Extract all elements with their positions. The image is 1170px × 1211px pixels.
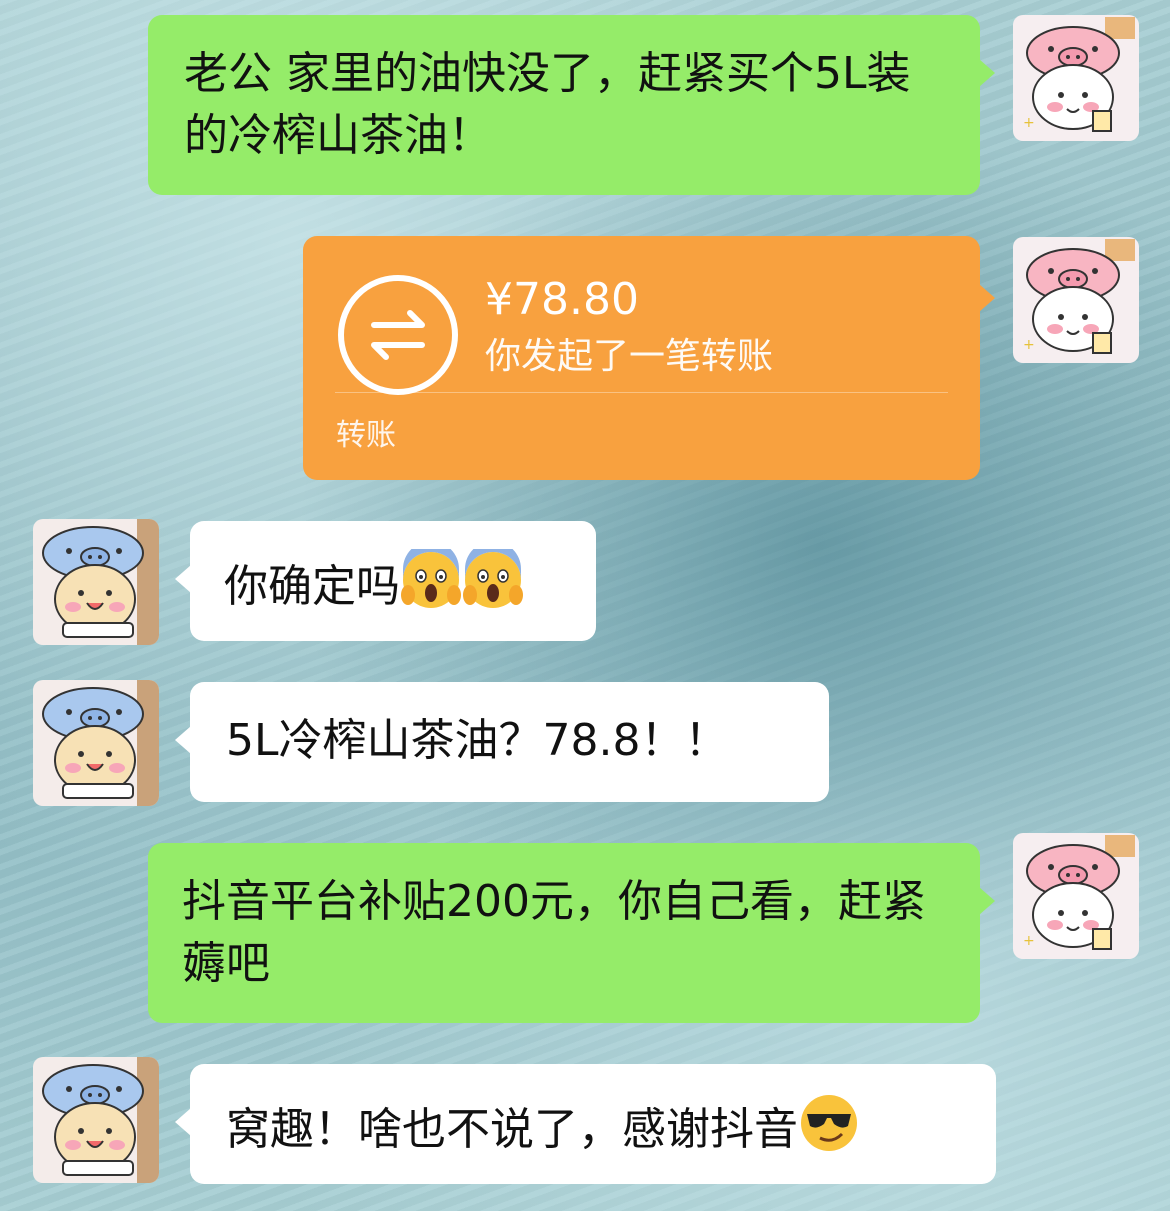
contact-avatar[interactable] [33,680,159,806]
transfer-amount: ¥78.80 [485,274,639,325]
scream-emoji-icon [462,549,524,611]
my-avatar[interactable] [1013,833,1139,959]
message-bubble-sent[interactable]: 抖音平台补贴200元，你自己看，赶紧薅吧 [148,843,995,1023]
transfer-description: 你发起了一笔转账 [485,336,774,377]
message-text: 你确定吗 [224,561,400,612]
message-text: 抖音平台补贴200元，你自己看，赶紧薅吧 [182,876,926,989]
message-bubble-received[interactable]: 窝趣！啥也不说了，感谢抖音 [175,1064,996,1184]
message-bubble-sent[interactable]: 老公 家里的油快没了，赶紧买个5L装的冷榨山茶油！ [148,15,995,195]
contact-avatar[interactable] [33,519,159,645]
message-text: 老公 家里的油快没了，赶紧买个5L装的冷榨山茶油！ [184,48,911,161]
message-bubble-received[interactable]: 你确定吗 [175,521,596,641]
sunglasses-emoji-icon [798,1092,860,1154]
scream-emoji-icon [400,549,462,611]
message-text: 5L冷榨山茶油？78.8！！ [226,715,729,766]
transfer-card[interactable]: ¥78.80 你发起了一笔转账 转账 [303,236,995,480]
message-text: 窝趣！啥也不说了，感谢抖音 [226,1104,798,1155]
my-avatar[interactable] [1013,15,1139,141]
transfer-divider [335,392,948,393]
contact-avatar[interactable] [33,1057,159,1183]
message-bubble-received[interactable]: 5L冷榨山茶油？78.8！！ [175,682,829,802]
my-avatar[interactable] [1013,237,1139,363]
transfer-icon [336,273,460,397]
transfer-footer-label: 转账 [336,418,396,453]
